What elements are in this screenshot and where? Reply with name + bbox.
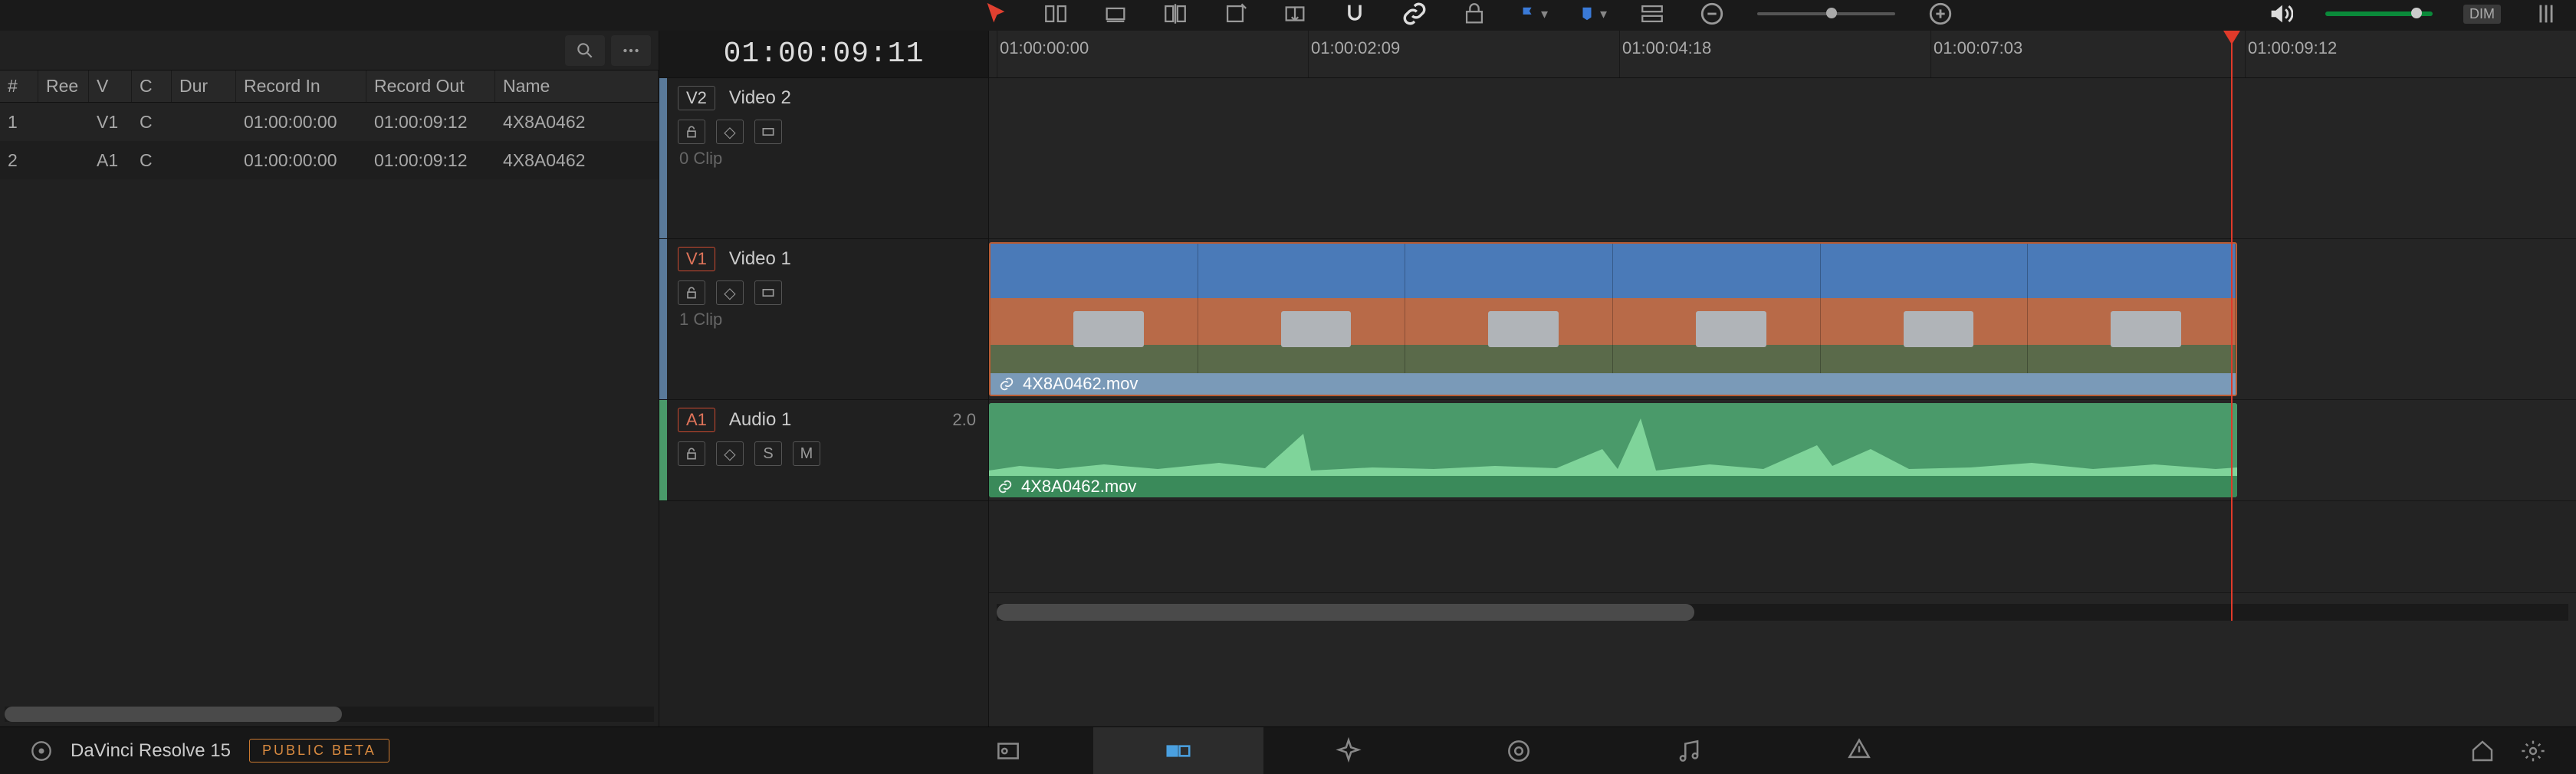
options-button[interactable]	[611, 35, 651, 66]
ruler-tick: 01:00:09:12	[2248, 38, 2337, 58]
timeline-view-options-icon[interactable]	[1638, 0, 1667, 28]
top-toolbar: ▾ ▾ DIM	[0, 0, 2576, 31]
track-clip-count: 0 Clip	[659, 149, 988, 169]
video-clip[interactable]: 4X8A0462.mov	[989, 242, 2237, 396]
blade-tool-icon[interactable]	[1041, 0, 1070, 28]
track-clip-count: 1 Clip	[659, 310, 988, 330]
track-tag-v2[interactable]: V2	[678, 86, 715, 110]
timeline-lanes[interactable]: 4X8A0462.mov 4X8A0462.mov	[989, 78, 2576, 726]
zoom-in-icon[interactable]	[1926, 0, 1955, 28]
col-number[interactable]: #	[0, 71, 38, 102]
bottom-bar: DaVinci Resolve 15 PUBLIC BETA	[0, 726, 2576, 774]
track-header-v2[interactable]: V2 Video 2 ◇ 0 Clip	[659, 78, 988, 239]
page-switcher	[414, 727, 2453, 774]
table-header: # Ree V C Dur Record In Record Out Name	[0, 71, 659, 103]
track-header-v1[interactable]: V1 Video 1 ◇ 1 Clip	[659, 239, 988, 400]
edit-index-panel: # Ree V C Dur Record In Record Out Name …	[0, 31, 659, 726]
track-tag-a1[interactable]: A1	[678, 408, 715, 432]
mute-button[interactable]: M	[793, 441, 820, 466]
overwrite-clip-icon[interactable]	[1221, 0, 1250, 28]
flag-dropdown[interactable]: ▾	[1520, 5, 1548, 22]
page-fusion[interactable]	[1263, 727, 1434, 774]
home-icon[interactable]	[2470, 739, 2495, 763]
link-icon	[997, 478, 1014, 495]
lock-icon[interactable]	[678, 120, 705, 144]
auto-select-icon[interactable]: ◇	[716, 280, 744, 305]
volume-icon[interactable]	[2266, 0, 2295, 28]
volume-slider[interactable]	[2325, 11, 2433, 16]
page-fairlight[interactable]	[1604, 727, 1774, 774]
page-edit[interactable]	[1093, 727, 1263, 774]
snap-icon[interactable]	[1340, 0, 1369, 28]
ruler-tick: 01:00:02:09	[1311, 38, 1400, 58]
lane-v2[interactable]	[989, 78, 2576, 239]
chevron-down-icon: ▾	[1600, 6, 1607, 22]
zoom-out-icon[interactable]	[1697, 0, 1727, 28]
timecode-display[interactable]: 01:00:09:11	[659, 31, 989, 77]
track-level: 2.0	[952, 410, 976, 430]
marker-dropdown[interactable]: ▾	[1579, 5, 1607, 22]
settings-icon[interactable]	[2521, 739, 2545, 763]
chevron-down-icon: ▾	[1541, 6, 1548, 22]
timeline-horizontal-scrollbar[interactable]	[997, 604, 2568, 621]
search-button[interactable]	[565, 35, 605, 66]
beta-badge: PUBLIC BETA	[249, 739, 389, 763]
col-dur[interactable]: Dur	[172, 71, 236, 102]
auto-select-icon[interactable]: ◇	[716, 441, 744, 466]
clip-name: 4X8A0462.mov	[1021, 477, 1136, 497]
col-name[interactable]: Name	[495, 71, 659, 102]
position-lock-icon[interactable]	[1460, 0, 1489, 28]
audio-clip[interactable]: 4X8A0462.mov	[989, 403, 2237, 497]
meters-icon[interactable]	[2532, 0, 2561, 28]
col-v[interactable]: V	[89, 71, 132, 102]
lane-v1[interactable]: 4X8A0462.mov	[989, 239, 2576, 400]
clip-name: 4X8A0462.mov	[1023, 374, 1138, 394]
track-name-v1: Video 1	[729, 248, 791, 270]
track-tag-v1[interactable]: V1	[678, 247, 715, 271]
col-record-out[interactable]: Record Out	[366, 71, 495, 102]
panel-horizontal-scrollbar[interactable]	[5, 707, 654, 722]
track-name-a1: Audio 1	[729, 409, 791, 431]
app-name: DaVinci Resolve 15	[71, 740, 231, 762]
zoom-slider[interactable]	[1757, 12, 1895, 15]
lock-icon[interactable]	[678, 441, 705, 466]
lane-empty	[989, 501, 2576, 593]
table-row[interactable]: 1V1C01:00:00:0001:00:09:124X8A0462	[0, 103, 659, 141]
disable-video-icon[interactable]	[754, 120, 782, 144]
table-row[interactable]: 2A1C01:00:00:0001:00:09:124X8A0462	[0, 141, 659, 179]
waveform	[989, 403, 2237, 477]
trim-tool-icon[interactable]	[1101, 0, 1130, 28]
solo-button[interactable]: S	[754, 441, 782, 466]
col-record-in[interactable]: Record In	[236, 71, 366, 102]
lock-icon[interactable]	[678, 280, 705, 305]
dim-button[interactable]: DIM	[2463, 5, 2501, 24]
auto-select-icon[interactable]: ◇	[716, 120, 744, 144]
ruler-tick: 01:00:07:03	[1934, 38, 2022, 58]
col-c[interactable]: C	[132, 71, 172, 102]
disable-video-icon[interactable]	[754, 280, 782, 305]
col-reel[interactable]: Ree	[38, 71, 89, 102]
link-icon[interactable]	[1400, 0, 1429, 28]
page-deliver[interactable]	[1774, 727, 1944, 774]
ruler-tick: 01:00:04:18	[1622, 38, 1711, 58]
replace-clip-icon[interactable]	[1280, 0, 1309, 28]
ruler-tick: 01:00:00:00	[1000, 38, 1089, 58]
lane-a1[interactable]: 4X8A0462.mov	[989, 400, 2576, 501]
link-icon	[998, 376, 1015, 392]
page-color[interactable]	[1434, 727, 1604, 774]
timeline-panel: 01:00:09:11 01:00:00:0001:00:02:0901:00:…	[659, 31, 2576, 726]
timeline-ruler[interactable]: 01:00:00:00 01:00:02:09 01:00:04:18 01:00:0…	[989, 31, 2576, 77]
track-name-v2: Video 2	[729, 87, 791, 109]
page-media[interactable]	[923, 727, 1093, 774]
selection-tool-icon[interactable]	[981, 0, 1010, 28]
insert-clip-icon[interactable]	[1161, 0, 1190, 28]
app-logo-icon	[31, 740, 52, 762]
track-header-a1[interactable]: A1 Audio 1 2.0 ◇ S M	[659, 400, 988, 501]
playhead[interactable]	[2231, 31, 2233, 621]
